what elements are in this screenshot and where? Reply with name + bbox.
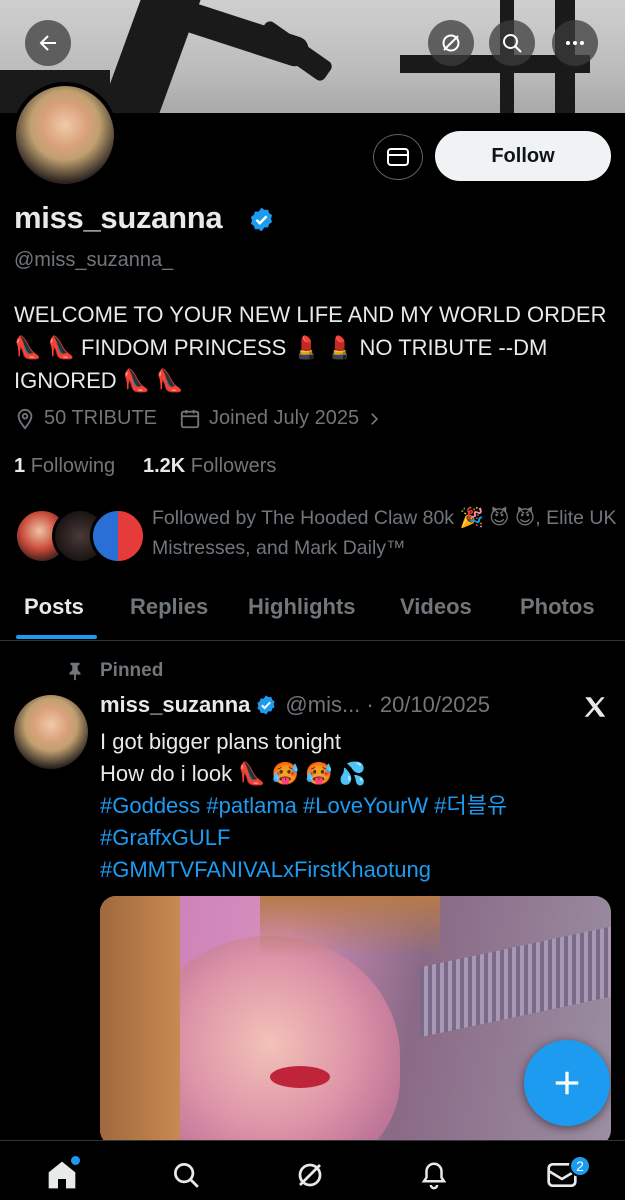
hashtag-line[interactable]: #GraffxGULF [100,822,615,854]
hashtag-line[interactable]: #GMMTVFANIVALxFirstKhaotung [100,854,615,886]
follow-stats: 1 Following 1.2K Followers [14,455,276,478]
pinned-label: Pinned [62,660,163,682]
post-text: I got bigger plans tonight How do i look… [100,726,615,790]
follow-button[interactable]: Follow [435,131,611,181]
joined-text: Joined July 2025 [209,407,360,429]
message-button[interactable] [373,134,423,180]
notifications-icon [421,1162,447,1190]
messages-badge: 2 [569,1155,591,1177]
more-button[interactable] [552,20,598,66]
tab-photos[interactable]: Photos [520,594,595,620]
plus-icon [555,1071,579,1095]
profile-meta: 50 TRIBUTE Joined July 2025 [14,407,413,430]
post-author-avatar[interactable] [14,695,88,769]
post-line: I got bigger plans tonight [100,729,341,754]
grok-button[interactable] [428,20,474,66]
followers-link[interactable]: 1.2K Followers [143,455,276,477]
followed-by-avatars[interactable] [14,508,146,564]
nav-notifications[interactable] [414,1155,454,1195]
x-logo-icon[interactable] [581,694,609,720]
profile-avatar[interactable] [12,82,118,188]
tab-posts[interactable]: Posts [24,594,84,620]
location-text: 50 TRIBUTE [44,407,157,429]
search-icon [503,34,522,53]
post-hashtags: #Goddess #patlama #LoveYourW #더블유 #Graff… [100,790,615,886]
verified-icon [257,695,276,715]
avatar [90,508,146,564]
followed-by-text[interactable]: Followed by The Hooded Claw 80k 🎉 😈 😈, E… [152,503,622,563]
location-icon [17,408,33,430]
post-line: How do i look 👠 🥵 🥵 💦 [100,761,367,786]
back-button[interactable] [25,20,71,66]
search-button[interactable] [489,20,535,66]
tab-videos[interactable]: Videos [400,594,472,620]
following-link[interactable]: 1 Following [14,455,115,477]
location: 50 TRIBUTE [14,407,157,430]
nav-grok[interactable] [290,1155,330,1195]
nav-search[interactable] [166,1155,206,1195]
compose-button[interactable] [524,1040,610,1126]
grok-icon [442,34,460,52]
home-unread-dot [71,1156,80,1165]
mail-icon [387,148,409,166]
profile-tabs: Posts Replies Highlights Videos Photos [0,580,625,641]
hashtag-line[interactable]: #Goddess #patlama #LoveYourW #더블유 [100,790,615,822]
calendar-icon [180,409,200,428]
more-icon [566,41,584,45]
verified-icon[interactable] [248,206,275,233]
post-header: miss_suzanna @mis... · 20/10/2025 [100,692,490,718]
back-arrow-icon [39,35,56,51]
profile-name: miss_suzanna [14,200,223,235]
tab-highlights[interactable]: Highlights [248,594,356,620]
post-author-name[interactable]: miss_suzanna [100,692,250,718]
search-icon [174,1163,199,1188]
grok-icon [298,1163,322,1187]
bottom-nav [0,1140,625,1200]
pin-icon [69,662,81,681]
tab-replies[interactable]: Replies [130,594,208,620]
profile-handle: @miss_suzanna_ [14,249,174,271]
joined-date[interactable]: Joined July 2025 [179,407,391,430]
post-handle-date: @mis... · 20/10/2025 [285,692,490,717]
chevron-right-icon [371,412,379,425]
active-tab-indicator [16,635,97,639]
profile-bio: WELCOME TO YOUR NEW LIFE AND MY WORLD OR… [14,302,607,393]
